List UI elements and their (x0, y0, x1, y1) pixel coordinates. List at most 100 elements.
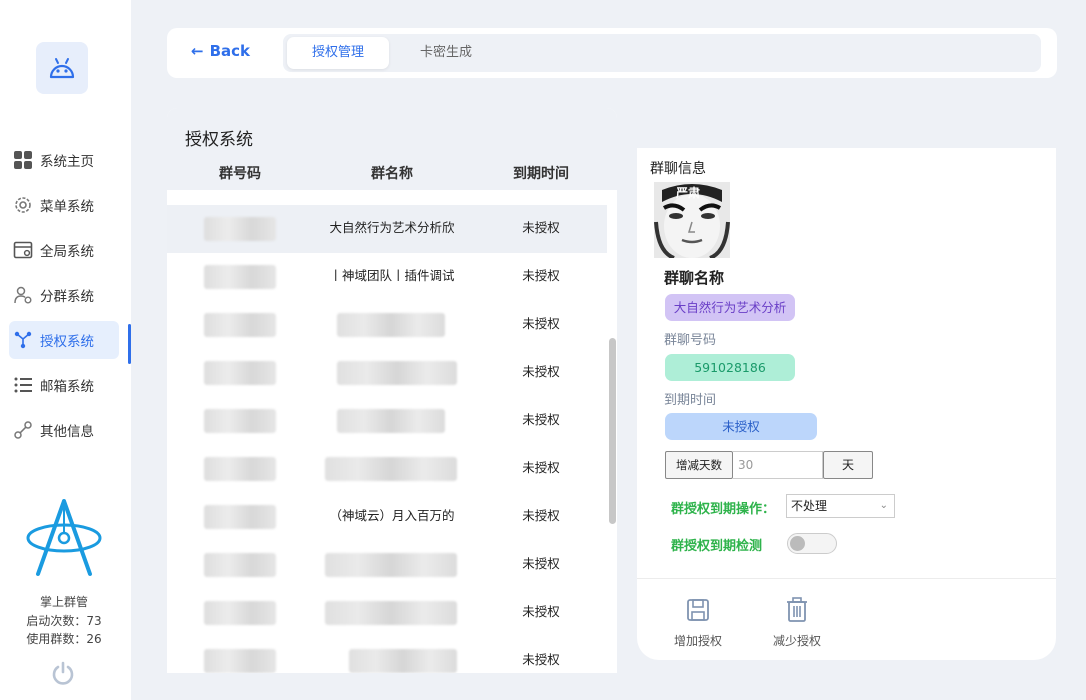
redacted-group-id (204, 601, 276, 625)
group-name-title: 群聊名称 (664, 269, 725, 287)
expire-cell: 未授权 (522, 364, 560, 379)
group-number-pill: 591028186 (665, 354, 795, 381)
sidebar-item-label: 邮箱系统 (40, 379, 94, 395)
sidebar-item-global[interactable]: 全局系统 (9, 231, 119, 269)
save-icon (687, 599, 709, 621)
launch-count: 启动次数：73 (26, 614, 102, 628)
expire-pill: 未授权 (665, 413, 817, 440)
redacted-group-name (349, 649, 457, 673)
table-row[interactable]: 未授权 (167, 397, 607, 445)
sidebar-item-label: 其他信息 (40, 424, 94, 440)
auth-table-panel: 授权系统 群号码 群名称 到期时间 大自然行为艺术分析欣 未授权 丨神域团队丨插… (167, 108, 617, 673)
sidebar-item-label: 分群系统 (40, 289, 94, 305)
expire-cell: 未授权 (522, 316, 560, 331)
gear-icon (13, 195, 33, 215)
group-number-label: 群聊号码 (664, 333, 717, 348)
table-row[interactable]: 未授权 (167, 541, 607, 589)
expire-cell: 未授权 (522, 268, 560, 283)
link-icon (13, 420, 33, 440)
tab-auth-manage[interactable]: 授权管理 (287, 37, 389, 69)
top-bar: ← Back 授权管理 卡密生成 (167, 28, 1057, 78)
group-name-pill: 大自然行为艺术分析 (665, 294, 795, 321)
expire-action-value: 不处理 (791, 499, 828, 513)
redacted-group-id (204, 217, 276, 241)
column-header-expire: 到期时间 (513, 166, 569, 182)
android-icon[interactable] (36, 42, 88, 94)
group-detail-panel: 群聊信息 严肃 群聊名称 大自然行为艺术分析 群聊号码 591028186 到期… (637, 148, 1056, 660)
redacted-group-name (337, 409, 445, 433)
table-header: 授权系统 群号码 群名称 到期时间 (167, 108, 617, 190)
redacted-group-name (337, 313, 445, 337)
expire-cell: 未授权 (522, 412, 560, 427)
days-input[interactable] (733, 451, 823, 479)
sidebar-item-mail[interactable]: 邮箱系统 (9, 366, 119, 404)
column-header-group-name: 群名称 (371, 166, 413, 182)
remove-auth-button[interactable]: 减少授权 (767, 596, 827, 649)
brand-logo (26, 499, 102, 576)
list-icon (13, 375, 33, 395)
divider (637, 578, 1056, 579)
days-unit-button[interactable]: 天 (823, 451, 873, 479)
expire-cell: 未授权 (522, 460, 560, 475)
expire-action-label: 群授权到期操作： (671, 502, 776, 517)
sidebar-item-auth[interactable]: 授权系统 (9, 321, 119, 359)
redacted-group-id (204, 265, 276, 289)
group-count: 使用群数：26 (26, 632, 102, 646)
toggle-knob (790, 536, 805, 551)
redacted-group-id (204, 409, 276, 433)
arrow-left-icon: ← (191, 42, 204, 60)
add-auth-button[interactable]: 增加授权 (668, 596, 728, 649)
redacted-group-name (337, 361, 457, 385)
redacted-group-id (204, 553, 276, 577)
power-icon[interactable] (50, 660, 76, 686)
grid-icon (13, 150, 33, 170)
table-row[interactable]: 未授权 (167, 349, 607, 397)
sidebar-item-label: 系统主页 (40, 154, 94, 170)
column-header-group-id: 群号码 (219, 166, 261, 182)
panel-title: 授权系统 (185, 130, 253, 150)
sidebar: 系统主页 菜单系统 全局系统 分群系统 授权系统 邮箱系统 其他信息 掌上群管 … (0, 0, 131, 700)
table-row[interactable]: 未授权 (167, 445, 607, 493)
user-settings-icon (13, 285, 33, 305)
sidebar-item-home[interactable]: 系统主页 (9, 141, 119, 179)
tab-bar: 授权管理 卡密生成 (283, 34, 1041, 72)
expire-action-select[interactable]: 不处理 ⌄ (786, 494, 895, 518)
adjust-days-button[interactable]: 增减天数 (665, 451, 733, 479)
sidebar-item-menu[interactable]: 菜单系统 (9, 186, 119, 224)
expire-cell: 未授权 (522, 508, 560, 523)
expire-cell: 未授权 (522, 220, 560, 235)
redacted-group-id (204, 505, 276, 529)
back-button[interactable]: ← Back (191, 42, 250, 60)
table-row[interactable]: 未授权 (167, 589, 607, 637)
table-row[interactable]: （神域云）月入百万的 未授权 (167, 493, 607, 541)
tab-card-generate[interactable]: 卡密生成 (397, 37, 495, 69)
table-row[interactable]: 未授权 (167, 637, 607, 673)
table-scrollbar[interactable] (609, 338, 616, 524)
sidebar-nav: 系统主页 菜单系统 全局系统 分群系统 授权系统 邮箱系统 其他信息 (0, 141, 131, 456)
table-row[interactable]: 大自然行为艺术分析欣 未授权 (167, 205, 607, 253)
table-row[interactable]: 丨神域团队丨插件调试 未授权 (167, 253, 607, 301)
expire-check-label: 群授权到期检测 (671, 539, 763, 554)
table-row[interactable]: 未授权 (167, 301, 607, 349)
expire-cell: 未授权 (522, 652, 560, 667)
redacted-group-name (325, 601, 457, 625)
active-indicator (128, 324, 131, 364)
redacted-group-name (325, 553, 457, 577)
expire-check-toggle[interactable] (787, 533, 837, 554)
brand-name: 掌上群管 (39, 595, 88, 609)
sidebar-item-label: 授权系统 (40, 334, 94, 350)
group-name-cell: 大自然行为艺术分析欣 (329, 220, 455, 235)
sidebar-item-other[interactable]: 其他信息 (9, 411, 119, 449)
expire-label: 到期时间 (664, 393, 717, 408)
window-icon (13, 240, 33, 260)
sidebar-item-group[interactable]: 分群系统 (9, 276, 119, 314)
group-avatar: 严肃 (654, 182, 730, 258)
sidebar-item-label: 全局系统 (40, 244, 94, 260)
redacted-group-name (325, 457, 457, 481)
expire-cell: 未授权 (522, 604, 560, 619)
chevron-down-icon: ⌄ (879, 500, 888, 511)
group-name-cell: 丨神域团队丨插件调试 (329, 268, 455, 283)
redacted-group-id (204, 361, 276, 385)
network-icon (13, 330, 33, 350)
expire-cell: 未授权 (522, 556, 560, 571)
